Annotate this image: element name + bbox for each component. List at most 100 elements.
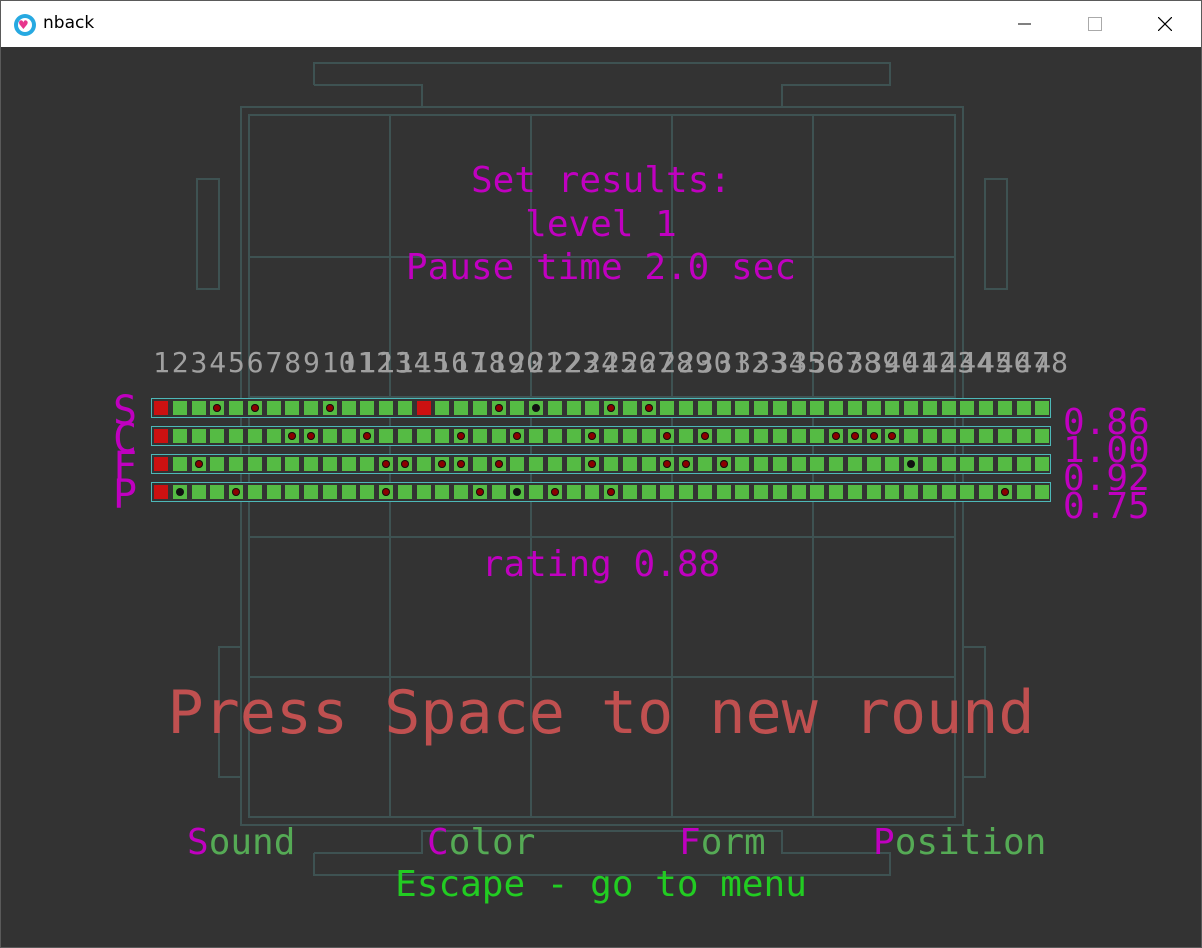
result-cell-ok <box>566 485 581 499</box>
result-cell-ok <box>191 485 206 499</box>
result-cell-ok <box>772 485 787 499</box>
result-cell-ok <box>810 457 825 471</box>
result-cell-ok <box>585 401 600 415</box>
result-cell-red <box>154 429 168 443</box>
result-cell-ok <box>960 401 975 415</box>
result-cell-miss <box>304 429 318 443</box>
game-canvas[interactable]: Set results: level 1 Pause time 2.0 sec … <box>1 47 1201 947</box>
trial-number: 9 <box>303 346 320 379</box>
result-cell-ok <box>922 457 937 471</box>
result-cell-ok <box>735 457 750 471</box>
result-cell-ok <box>754 457 768 471</box>
result-cell-ok <box>566 401 581 415</box>
result-cell-ok <box>285 401 300 415</box>
result-cell-miss <box>510 429 525 443</box>
error-dot-icon <box>250 404 259 412</box>
result-cell-ok <box>322 485 337 499</box>
result-cell-ok <box>247 457 262 471</box>
result-cell-ok <box>754 401 768 415</box>
result-cell-miss <box>585 457 600 471</box>
error-dot-icon <box>682 460 690 468</box>
result-cell-ok <box>922 401 937 415</box>
result-cell-ok <box>191 429 206 443</box>
result-cell-ok <box>847 485 862 499</box>
error-dot-icon <box>1000 488 1009 496</box>
result-cell-ok <box>285 457 300 471</box>
result-cell-ok <box>229 457 243 471</box>
result-cell-miss <box>454 429 468 443</box>
window-title: nback <box>43 13 95 33</box>
modality-color: Color <box>427 822 536 863</box>
result-cell-ok <box>510 401 525 415</box>
result-cell-ok <box>547 401 562 415</box>
result-cell-ok <box>529 457 543 471</box>
result-cell-ok <box>266 457 281 471</box>
close-button[interactable] <box>1130 1 1200 47</box>
result-cell-ok <box>1016 485 1031 499</box>
error-dot-icon <box>850 432 859 440</box>
error-dot-icon <box>288 432 297 440</box>
result-cell-ok <box>679 429 693 443</box>
result-cell-ok <box>191 401 206 415</box>
result-cell-ok <box>304 485 318 499</box>
modality-form: Form <box>679 822 766 863</box>
result-cell-ok <box>772 429 787 443</box>
result-cell-ok <box>716 485 731 499</box>
result-cell-ok <box>266 429 281 443</box>
result-cell-ok <box>622 457 637 471</box>
error-dot-icon <box>869 432 878 440</box>
result-cell-ok <box>547 457 562 471</box>
match-dot-icon <box>175 488 184 496</box>
result-strip <box>151 426 1051 446</box>
result-cell-ok <box>697 457 712 471</box>
result-cell-miss <box>360 429 375 443</box>
result-cell-ok <box>341 485 356 499</box>
result-cell-ok <box>960 429 975 443</box>
row-label-p: P <box>113 472 138 518</box>
result-cell-ok <box>454 485 468 499</box>
result-cell-ok <box>960 457 975 471</box>
result-cell-miss <box>866 429 881 443</box>
modality-sound: Sound <box>187 822 296 863</box>
result-cell-ok <box>922 429 937 443</box>
result-cell-miss <box>491 401 506 415</box>
result-strip <box>151 482 1051 502</box>
result-cell-hit <box>529 401 543 415</box>
row-score: 0.75 <box>1063 486 1150 527</box>
result-cell-ok <box>772 457 787 471</box>
title-bar[interactable]: ♥ nback <box>1 1 1201 47</box>
result-cell-hit <box>510 485 525 499</box>
result-cell-miss <box>454 457 468 471</box>
result-cell-miss <box>397 457 412 471</box>
result-cell-miss <box>379 457 393 471</box>
app-window: ♥ nback Set results: level 1 Pause time … <box>0 0 1202 948</box>
result-cell-ok <box>697 485 712 499</box>
error-dot-icon <box>588 432 597 440</box>
result-cell-ok <box>435 401 450 415</box>
result-cell-miss <box>472 485 487 499</box>
pause-time-label: Pause time 2.0 sec <box>405 247 797 288</box>
result-cell-hit <box>904 457 918 471</box>
heart-app-icon: ♥ <box>14 14 36 36</box>
result-cell-ok <box>416 485 431 499</box>
result-cell-ok <box>285 485 300 499</box>
result-cell-miss <box>716 457 731 471</box>
result-cell-red <box>416 401 431 415</box>
result-cell-ok <box>941 401 956 415</box>
result-cell-ok <box>772 401 787 415</box>
result-cell-ok <box>341 401 356 415</box>
result-cell-ok <box>435 485 450 499</box>
result-cell-ok <box>1035 457 1050 471</box>
result-cell-miss <box>285 429 300 443</box>
result-cell-ok <box>172 401 187 415</box>
result-strip <box>151 398 1051 418</box>
result-cell-ok <box>622 429 637 443</box>
minimize-button[interactable] <box>990 1 1060 47</box>
maximize-button[interactable] <box>1060 1 1130 47</box>
error-dot-icon <box>607 404 615 412</box>
result-cell-ok <box>791 457 806 471</box>
result-cell-ok <box>566 457 581 471</box>
error-dot-icon <box>494 404 503 412</box>
result-cell-miss <box>604 485 618 499</box>
result-cell-miss <box>660 429 675 443</box>
